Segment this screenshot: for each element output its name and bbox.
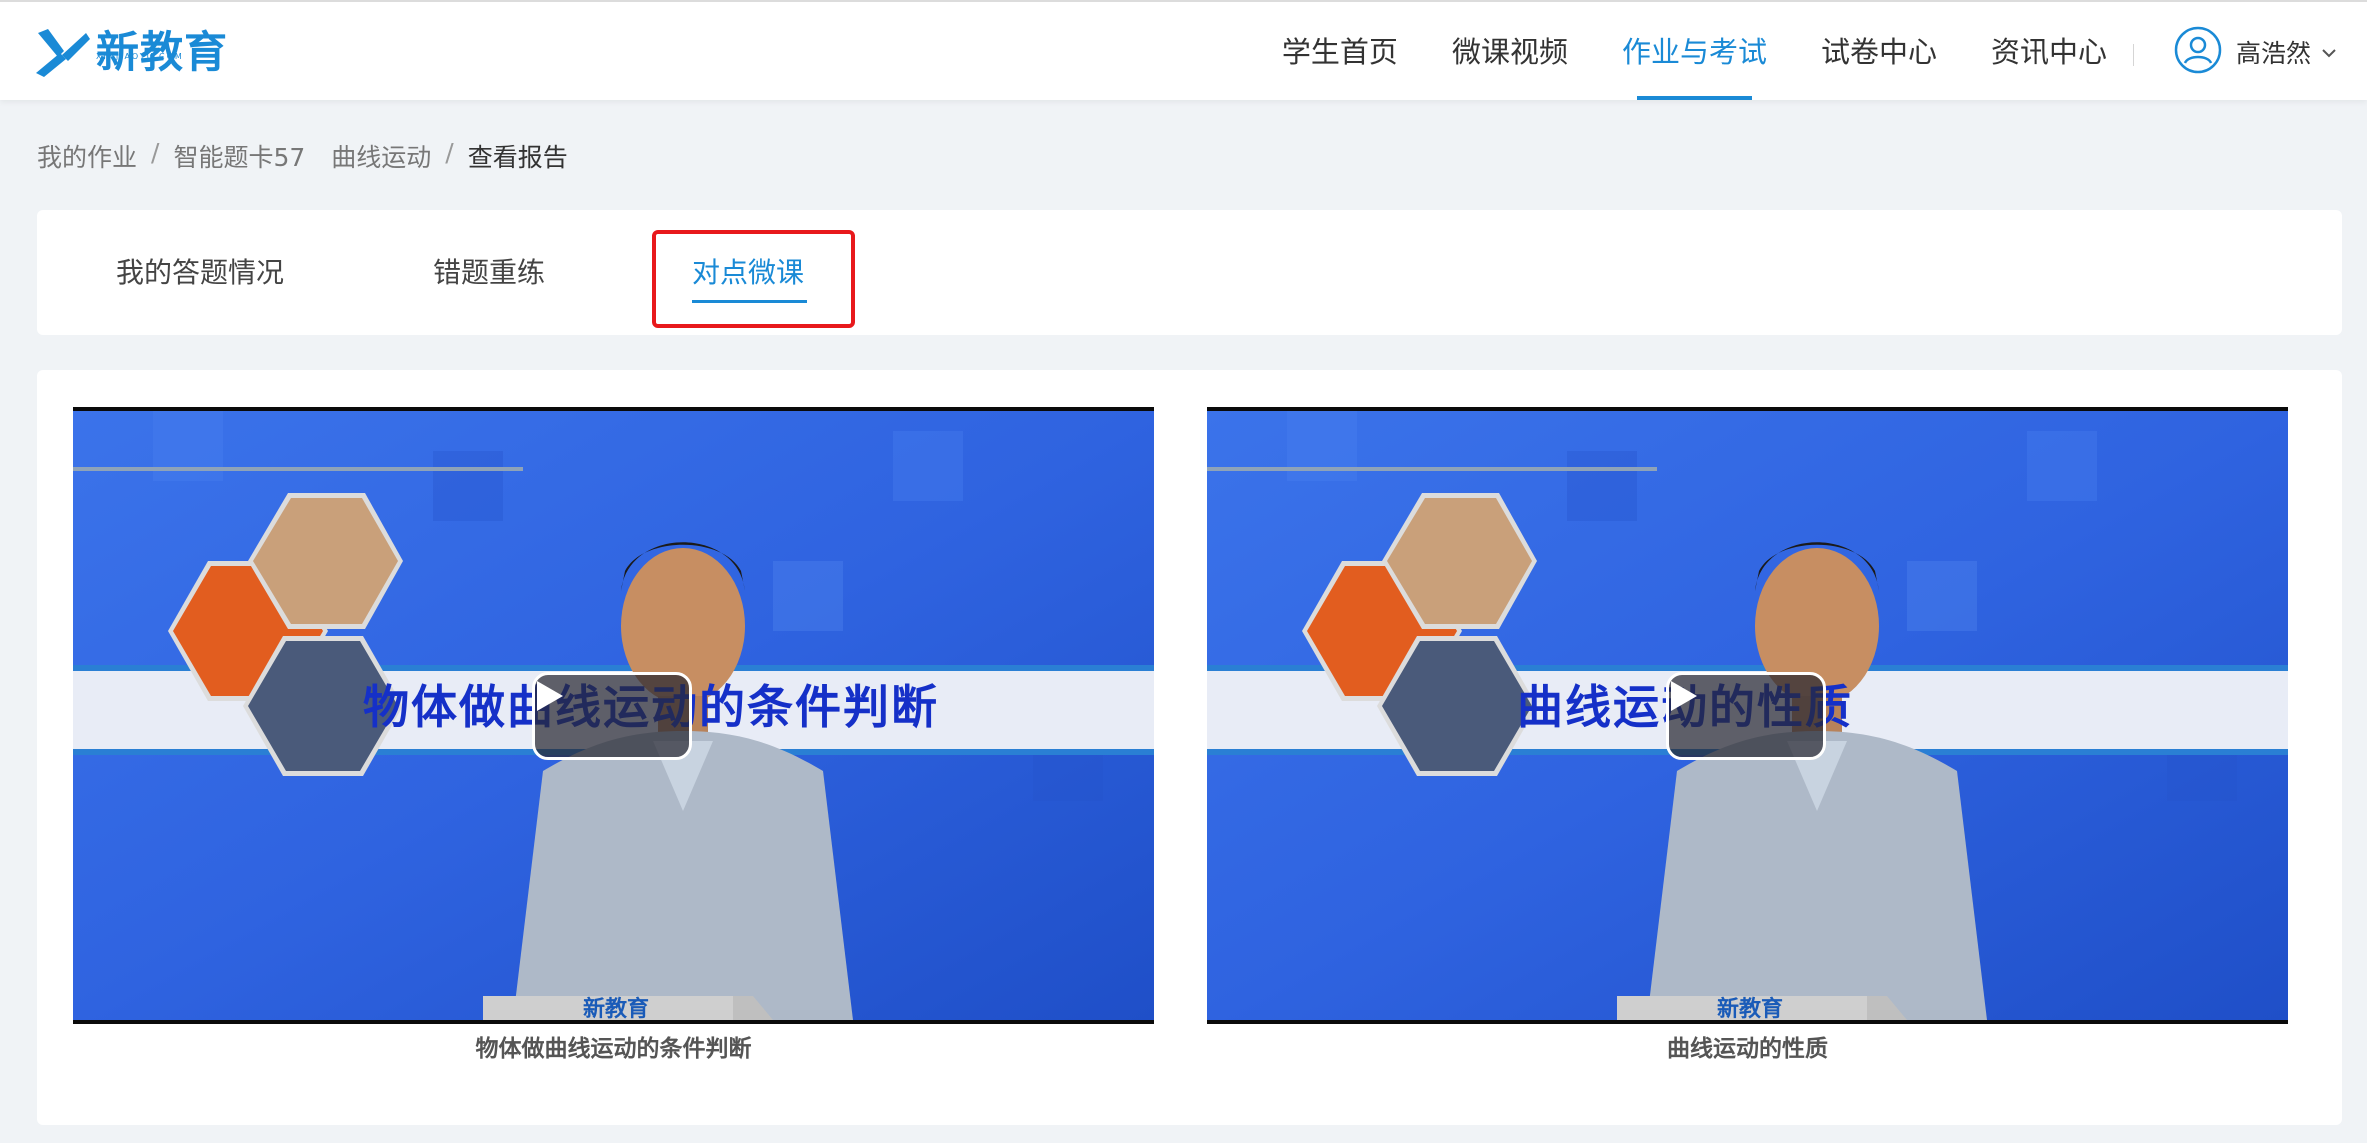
user-menu[interactable]: 高浩然 (2174, 26, 2337, 78)
video-thumbnail: 曲线运动的性质 新教育 (1207, 407, 2288, 1024)
play-button[interactable] (532, 672, 692, 760)
nav-item-micro-videos[interactable]: 微课视频 (1452, 2, 1568, 100)
report-tabs (37, 210, 2342, 335)
breadcrumb-separator: / (151, 138, 160, 167)
breadcrumb-view-report: 查看报告 (467, 143, 568, 172)
tab-point-micro-lessons[interactable]: 对点微课 (692, 210, 804, 335)
nav-item-homework-exams[interactable]: 作业与考试 (1622, 2, 1767, 100)
nav-divider (2133, 44, 2134, 66)
breadcrumb-my-homework[interactable]: 我的作业 (37, 138, 137, 174)
video-card-2[interactable]: 曲线运动的性质 新教育 (1207, 407, 2288, 1024)
top-header: 新教育 XINJIAOYU.COM 学生首页 微课视频 作业与考试 试卷中心 资… (0, 0, 2367, 100)
nav-item-paper-center[interactable]: 试卷中心 (1821, 2, 1937, 100)
video-footer-brand: 新教育 (1717, 997, 1784, 1022)
tab-my-answers[interactable]: 我的答题情况 (116, 210, 284, 335)
nav-item-student-home[interactable]: 学生首页 (1282, 2, 1398, 100)
video-caption[interactable]: 物体做曲线运动的条件判断 (73, 1029, 1154, 1063)
video-card-1[interactable]: 物体做曲线运动的条件判断 新教育 (73, 407, 1154, 1024)
user-circle-icon (2174, 26, 2222, 78)
user-name: 高浩然 (2236, 39, 2312, 68)
video-caption[interactable]: 曲线运动的性质 (1207, 1029, 2288, 1063)
main-nav: 学生首页 微课视频 作业与考试 试卷中心 资讯中心 (1228, 2, 2107, 100)
breadcrumb-separator: / (445, 138, 454, 167)
breadcrumb: 我的作业 / 智能题卡57 曲线运动 / 查看报告 (37, 138, 568, 174)
nav-item-news-center[interactable]: 资讯中心 (1991, 2, 2107, 100)
brand-tagline: XINJIAOYU.COM (96, 52, 184, 61)
video-thumbnail: 物体做曲线运动的条件判断 新教育 (73, 407, 1154, 1024)
video-footer-brand: 新教育 (583, 997, 650, 1022)
play-button[interactable] (1666, 672, 1826, 760)
chevron-down-icon (2321, 43, 2337, 62)
breadcrumb-curve-motion[interactable]: 曲线运动 (331, 138, 431, 174)
active-tab-underline (692, 300, 807, 303)
logo-x-icon (34, 27, 90, 79)
tab-wrong-retry[interactable]: 错题重练 (433, 210, 545, 335)
breadcrumb-smart-card[interactable]: 智能题卡57 (173, 138, 305, 174)
